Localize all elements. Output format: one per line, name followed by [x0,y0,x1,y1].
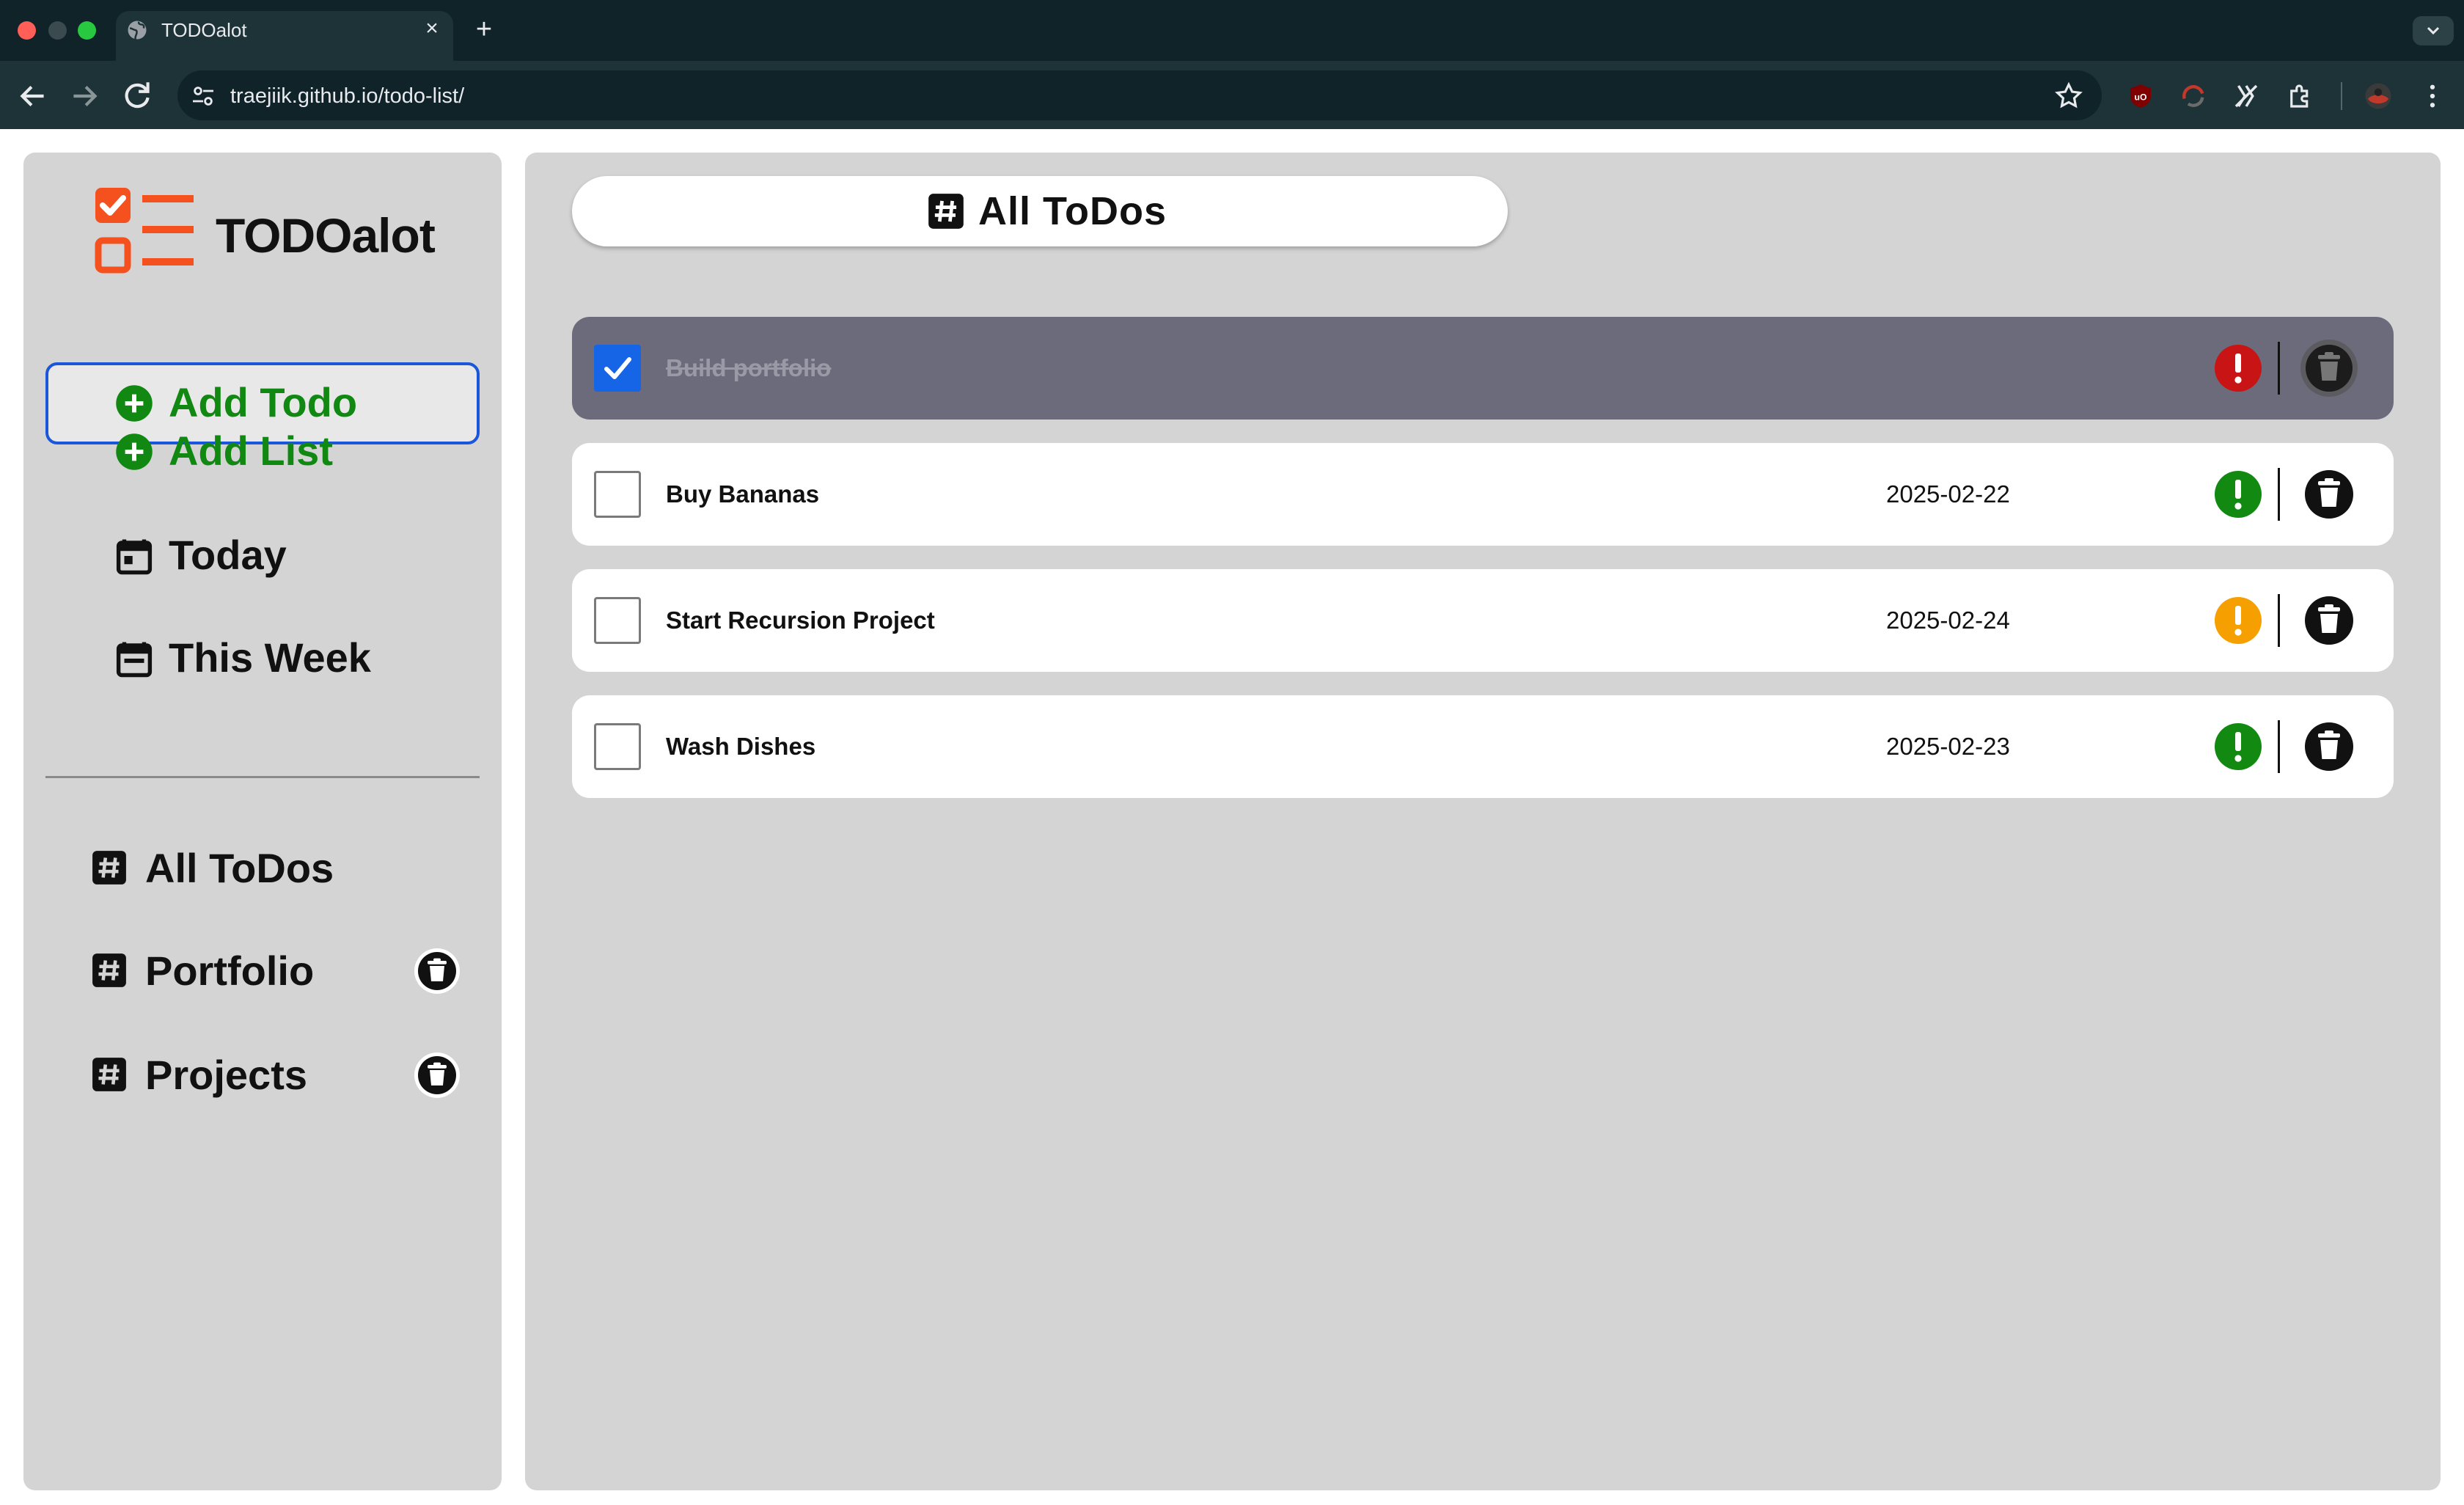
toolbar-divider [2341,82,2342,110]
sidebar-item-projects[interactable]: Projects [91,1046,472,1105]
extension-icon[interactable] [2178,81,2209,111]
list-title-pill: All ToDos [572,176,1508,246]
delete-todo-trash-icon[interactable] [2300,591,2358,650]
back-arrow-icon[interactable] [15,78,51,114]
delete-todo-trash-icon[interactable] [2300,717,2358,776]
chevron-down-icon [2427,26,2440,35]
checkmark-icon [604,357,631,379]
priority-low-icon[interactable] [2213,469,2263,519]
delete-list-trash-icon[interactable] [414,1052,461,1099]
todo-checkbox[interactable] [594,597,641,644]
list-label: All ToDos [145,845,334,891]
add-list-button[interactable]: Add List [45,411,480,493]
hashtag-icon [928,194,964,229]
sidebar-item-portfolio[interactable]: Portfolio [91,942,472,1000]
ublock-extension-icon[interactable]: uO [2125,81,2156,111]
window-maximize-button[interactable] [78,21,96,40]
url-text[interactable]: traejiik.github.io/todo-list/ [230,81,464,111]
today-label: Today [169,532,287,578]
hashtag-icon [92,1058,126,1091]
row-divider [2278,594,2280,647]
today-button[interactable]: Today [45,515,480,597]
todo-title: Buy Bananas [666,480,820,508]
todo-row[interactable]: Buy Bananas 2025-02-22 [572,443,2394,546]
priority-high-icon[interactable] [2213,343,2263,393]
calendar-week-icon [116,642,153,678]
todo-checkbox[interactable] [594,345,641,392]
tab-close-icon[interactable]: × [419,16,444,41]
more-menu-icon[interactable] [2417,81,2448,111]
main-panel: All ToDos Build portfolio Buy Bananas 20… [525,153,2441,1490]
tab-search-button[interactable] [2413,16,2454,45]
delete-todo-trash-icon[interactable] [2300,339,2358,398]
add-list-label: Add List [169,428,333,474]
this-week-button[interactable]: This Week [45,618,480,700]
sidebar: TODOalot Add Todo Add List Today This We… [23,153,502,1490]
calendar-day-icon [116,539,153,575]
new-tab-button[interactable]: + [469,15,499,44]
site-settings-icon[interactable] [188,81,219,111]
logo-checklist-icon [95,188,194,274]
todo-checkbox[interactable] [594,471,641,518]
page-viewport: TODOalot Add Todo Add List Today This We… [0,129,2464,1505]
hashtag-icon [92,953,126,987]
bookmark-star-icon[interactable] [2053,81,2084,111]
sidebar-item-all-todos[interactable]: All ToDos [91,839,472,898]
tab-title: TODOalot [161,19,247,41]
todo-due-date: 2025-02-24 [1886,607,2010,634]
profile-avatar[interactable] [2363,81,2394,111]
svg-text:uO: uO [2134,92,2146,102]
todo-due-date: 2025-02-22 [1886,480,2010,508]
window-close-button[interactable] [18,21,36,40]
row-divider [2278,468,2280,521]
address-bar[interactable] [177,70,2102,120]
list-label: Portfolio [145,948,315,994]
todo-title: Start Recursion Project [666,607,935,634]
todo-title: Wash Dishes [666,733,816,760]
row-divider [2278,342,2280,395]
reload-icon[interactable] [119,78,155,114]
page-title: All ToDos [978,189,1167,233]
todo-due-date: 2025-02-23 [1886,733,2010,760]
this-week-label: This Week [169,634,371,681]
hashtag-icon [92,851,126,885]
todo-row[interactable]: Wash Dishes 2025-02-23 [572,695,2394,798]
todo-row[interactable]: Start Recursion Project 2025-02-24 [572,569,2394,672]
delete-list-trash-icon[interactable] [414,948,461,995]
todo-checkbox[interactable] [594,723,641,770]
forward-arrow-icon[interactable] [66,78,103,114]
priority-medium-icon[interactable] [2213,596,2263,645]
puzzle-extensions-icon[interactable] [2285,81,2316,111]
row-divider [2278,720,2280,773]
priority-low-icon[interactable] [2213,722,2263,772]
list-label: Projects [145,1052,307,1098]
todo-row[interactable]: Build portfolio [572,317,2394,420]
delete-todo-trash-icon[interactable] [2300,465,2358,524]
window-minimize-button[interactable] [48,21,67,40]
logo-text: TODOalot [216,208,436,263]
tracker-block-extension-icon[interactable] [2231,81,2262,111]
todo-title: Build portfolio [666,354,832,381]
globe-icon [128,21,147,40]
sidebar-divider [45,776,480,778]
plus-circle-icon [116,433,153,470]
